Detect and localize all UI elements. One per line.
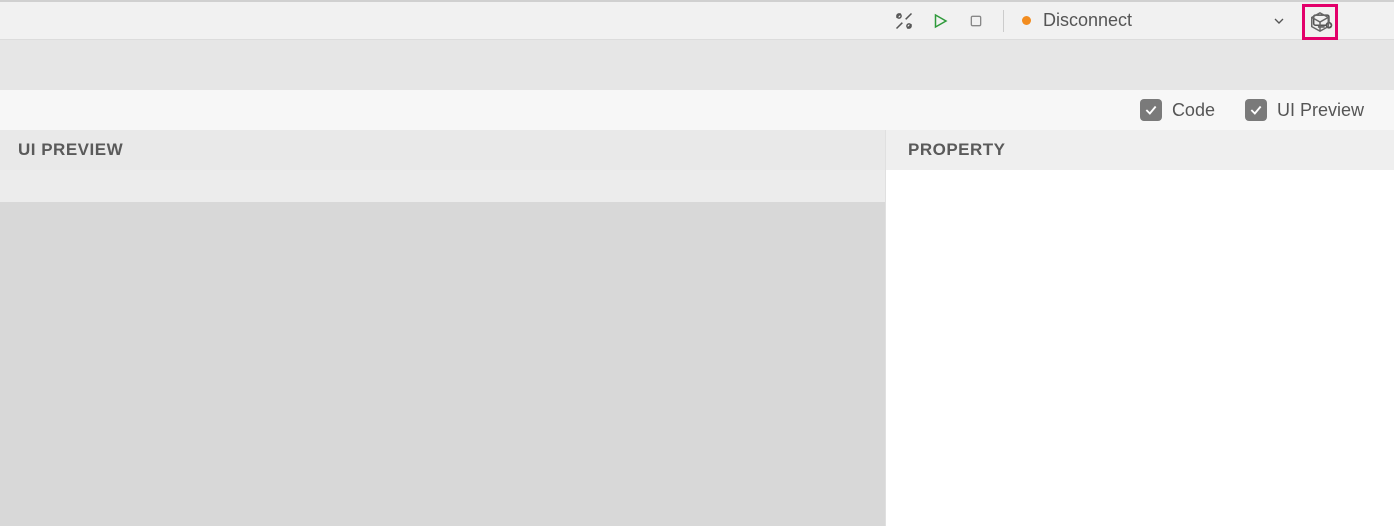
checkbox-checked-icon (1140, 99, 1162, 121)
view-options-bar: Code UI Preview (0, 90, 1394, 130)
panel-headers: UI PREVIEW PROPERTY (0, 130, 1394, 170)
property-pane (885, 170, 1394, 526)
ui-preview-header: UI PREVIEW (0, 130, 885, 170)
ui-preview-toggle[interactable]: UI Preview (1245, 99, 1364, 121)
toolbar-spacer (0, 40, 1394, 90)
connection-status-label: Disconnect (1043, 10, 1132, 31)
main-toolbar: Disconnect (0, 2, 1394, 40)
connection-status-button[interactable]: Disconnect (1018, 10, 1136, 31)
property-header-label: PROPERTY (908, 140, 1006, 160)
checkbox-checked-icon (1245, 99, 1267, 121)
package-icon-highlighted[interactable] (1302, 4, 1338, 40)
tools-icon[interactable] (891, 8, 917, 34)
toolbar-divider (1003, 10, 1004, 32)
status-dot-icon (1022, 16, 1031, 25)
preview-canvas[interactable] (0, 202, 885, 526)
preview-subheader-band (0, 170, 885, 202)
play-icon[interactable] (927, 8, 953, 34)
property-header: PROPERTY (885, 130, 1394, 170)
ui-preview-toggle-label: UI Preview (1277, 100, 1364, 121)
main-content (0, 170, 1394, 526)
ui-preview-header-label: UI PREVIEW (18, 140, 123, 160)
code-toggle[interactable]: Code (1140, 99, 1215, 121)
code-toggle-label: Code (1172, 100, 1215, 121)
chevron-down-icon[interactable] (1266, 8, 1292, 34)
ui-preview-pane (0, 170, 885, 526)
stop-icon[interactable] (963, 8, 989, 34)
